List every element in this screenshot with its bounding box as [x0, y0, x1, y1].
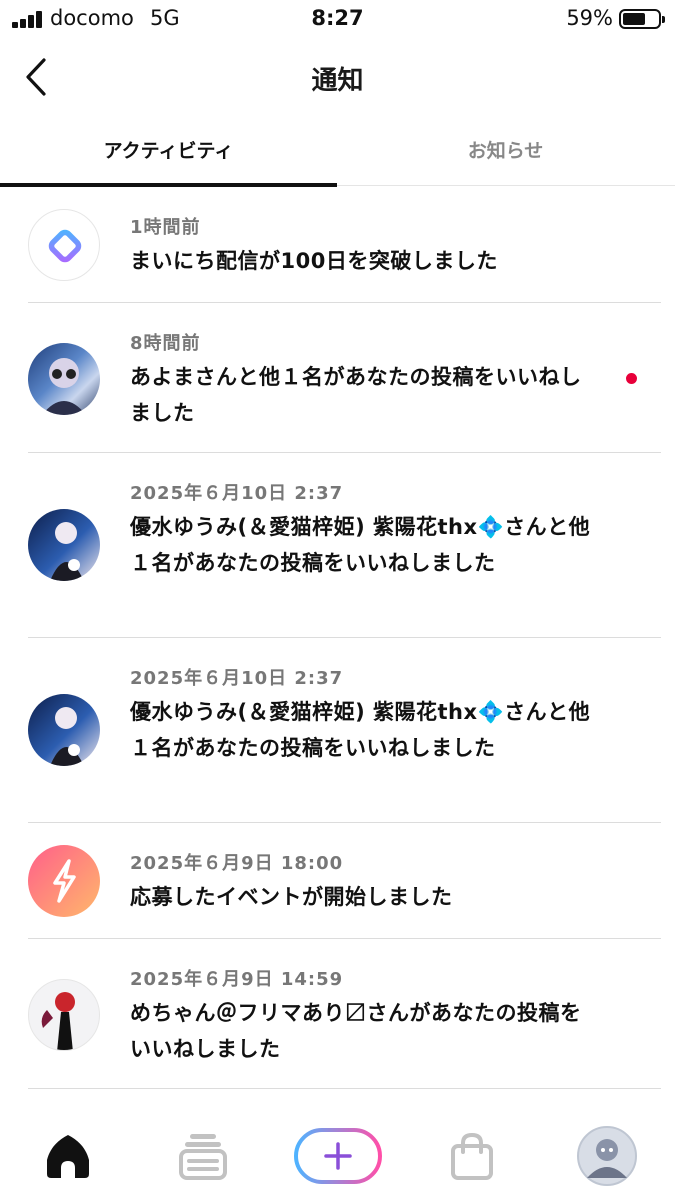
- nav-home[interactable]: [42, 1130, 94, 1186]
- notification-time: 8時間前: [130, 333, 201, 354]
- feed-stack-icon: [179, 1134, 227, 1180]
- plus-icon: [294, 1128, 382, 1184]
- notification-item[interactable]: 2025年６月9日 14:59 めちゃん＠フリマあり〼さんがあなたの投稿をいいね…: [0, 939, 675, 1089]
- status-bar: docomo 5G 8:27 59%: [0, 0, 675, 40]
- notification-item[interactable]: 8時間前 あよまさんと他１名があなたの投稿をいいねしました: [0, 303, 675, 453]
- tab-activity[interactable]: アクティビティ: [0, 118, 337, 187]
- nav-profile[interactable]: [577, 1126, 637, 1190]
- notification-time: 2025年６月9日 14:59: [130, 969, 344, 990]
- user-avatar: [28, 343, 100, 415]
- notification-message: 応募したイベントが開始しました: [130, 885, 453, 909]
- notification-item[interactable]: 2025年６月10日 2:37 優水ゆうみ(＆愛猫梓姫) 紫陽花thx💠さんと他…: [0, 453, 675, 638]
- notification-time: 2025年６月10日 2:37: [130, 668, 344, 689]
- shopping-bag-icon: [451, 1132, 493, 1180]
- notification-message: 優水ゆうみ(＆愛猫梓姫) 紫陽花thx💠さんと他１名があなたの投稿をいいねしまし…: [130, 700, 591, 760]
- notification-time: 2025年６月9日 18:00: [130, 853, 344, 874]
- user-avatar: [28, 694, 100, 766]
- nav-shop[interactable]: [448, 1130, 496, 1186]
- header: 通知: [0, 40, 675, 116]
- user-avatar: [28, 979, 100, 1051]
- home-icon: [47, 1135, 89, 1178]
- profile-avatar: [577, 1126, 637, 1186]
- battery-percentage: 59%: [566, 6, 613, 30]
- user-avatar: [28, 509, 100, 581]
- notification-message: まいにち配信が100日を突破しました: [130, 249, 498, 273]
- page-title: 通知: [311, 66, 364, 96]
- notification-time: 2025年６月10日 2:37: [130, 483, 344, 504]
- nav-feed[interactable]: [178, 1130, 228, 1186]
- notification-item[interactable]: 2025年６月10日 2:37 優水ゆうみ(＆愛猫梓姫) 紫陽花thx💠さんと他…: [0, 638, 675, 823]
- notification-message: めちゃん＠フリマあり〼さんがあなたの投稿をいいねしました: [130, 1001, 582, 1061]
- event-bolt-icon: [28, 845, 100, 917]
- notification-list: 1時間前 まいにち配信が100日を突破しました 8時間前 あよまさんと他１名があ…: [0, 187, 675, 1089]
- app-logo-icon: [28, 209, 100, 281]
- notification-message: 優水ゆうみ(＆愛猫梓姫) 紫陽花thx💠さんと他１名があなたの投稿をいいねしまし…: [130, 515, 591, 575]
- notification-item[interactable]: 2025年６月9日 18:00 応募したイベントが開始しました: [0, 823, 675, 939]
- tab-news[interactable]: お知らせ: [337, 118, 674, 186]
- unread-indicator: [626, 373, 637, 384]
- notification-item[interactable]: 1時間前 まいにち配信が100日を突破しました: [0, 187, 675, 303]
- bottom-navigation: [0, 1110, 675, 1200]
- notification-message: あよまさんと他１名があなたの投稿をいいねしました: [130, 365, 582, 425]
- notification-time: 1時間前: [130, 217, 201, 238]
- post-button[interactable]: [293, 1127, 383, 1189]
- battery-icon: [619, 9, 665, 29]
- tab-bar: アクティビティ お知らせ: [0, 118, 675, 187]
